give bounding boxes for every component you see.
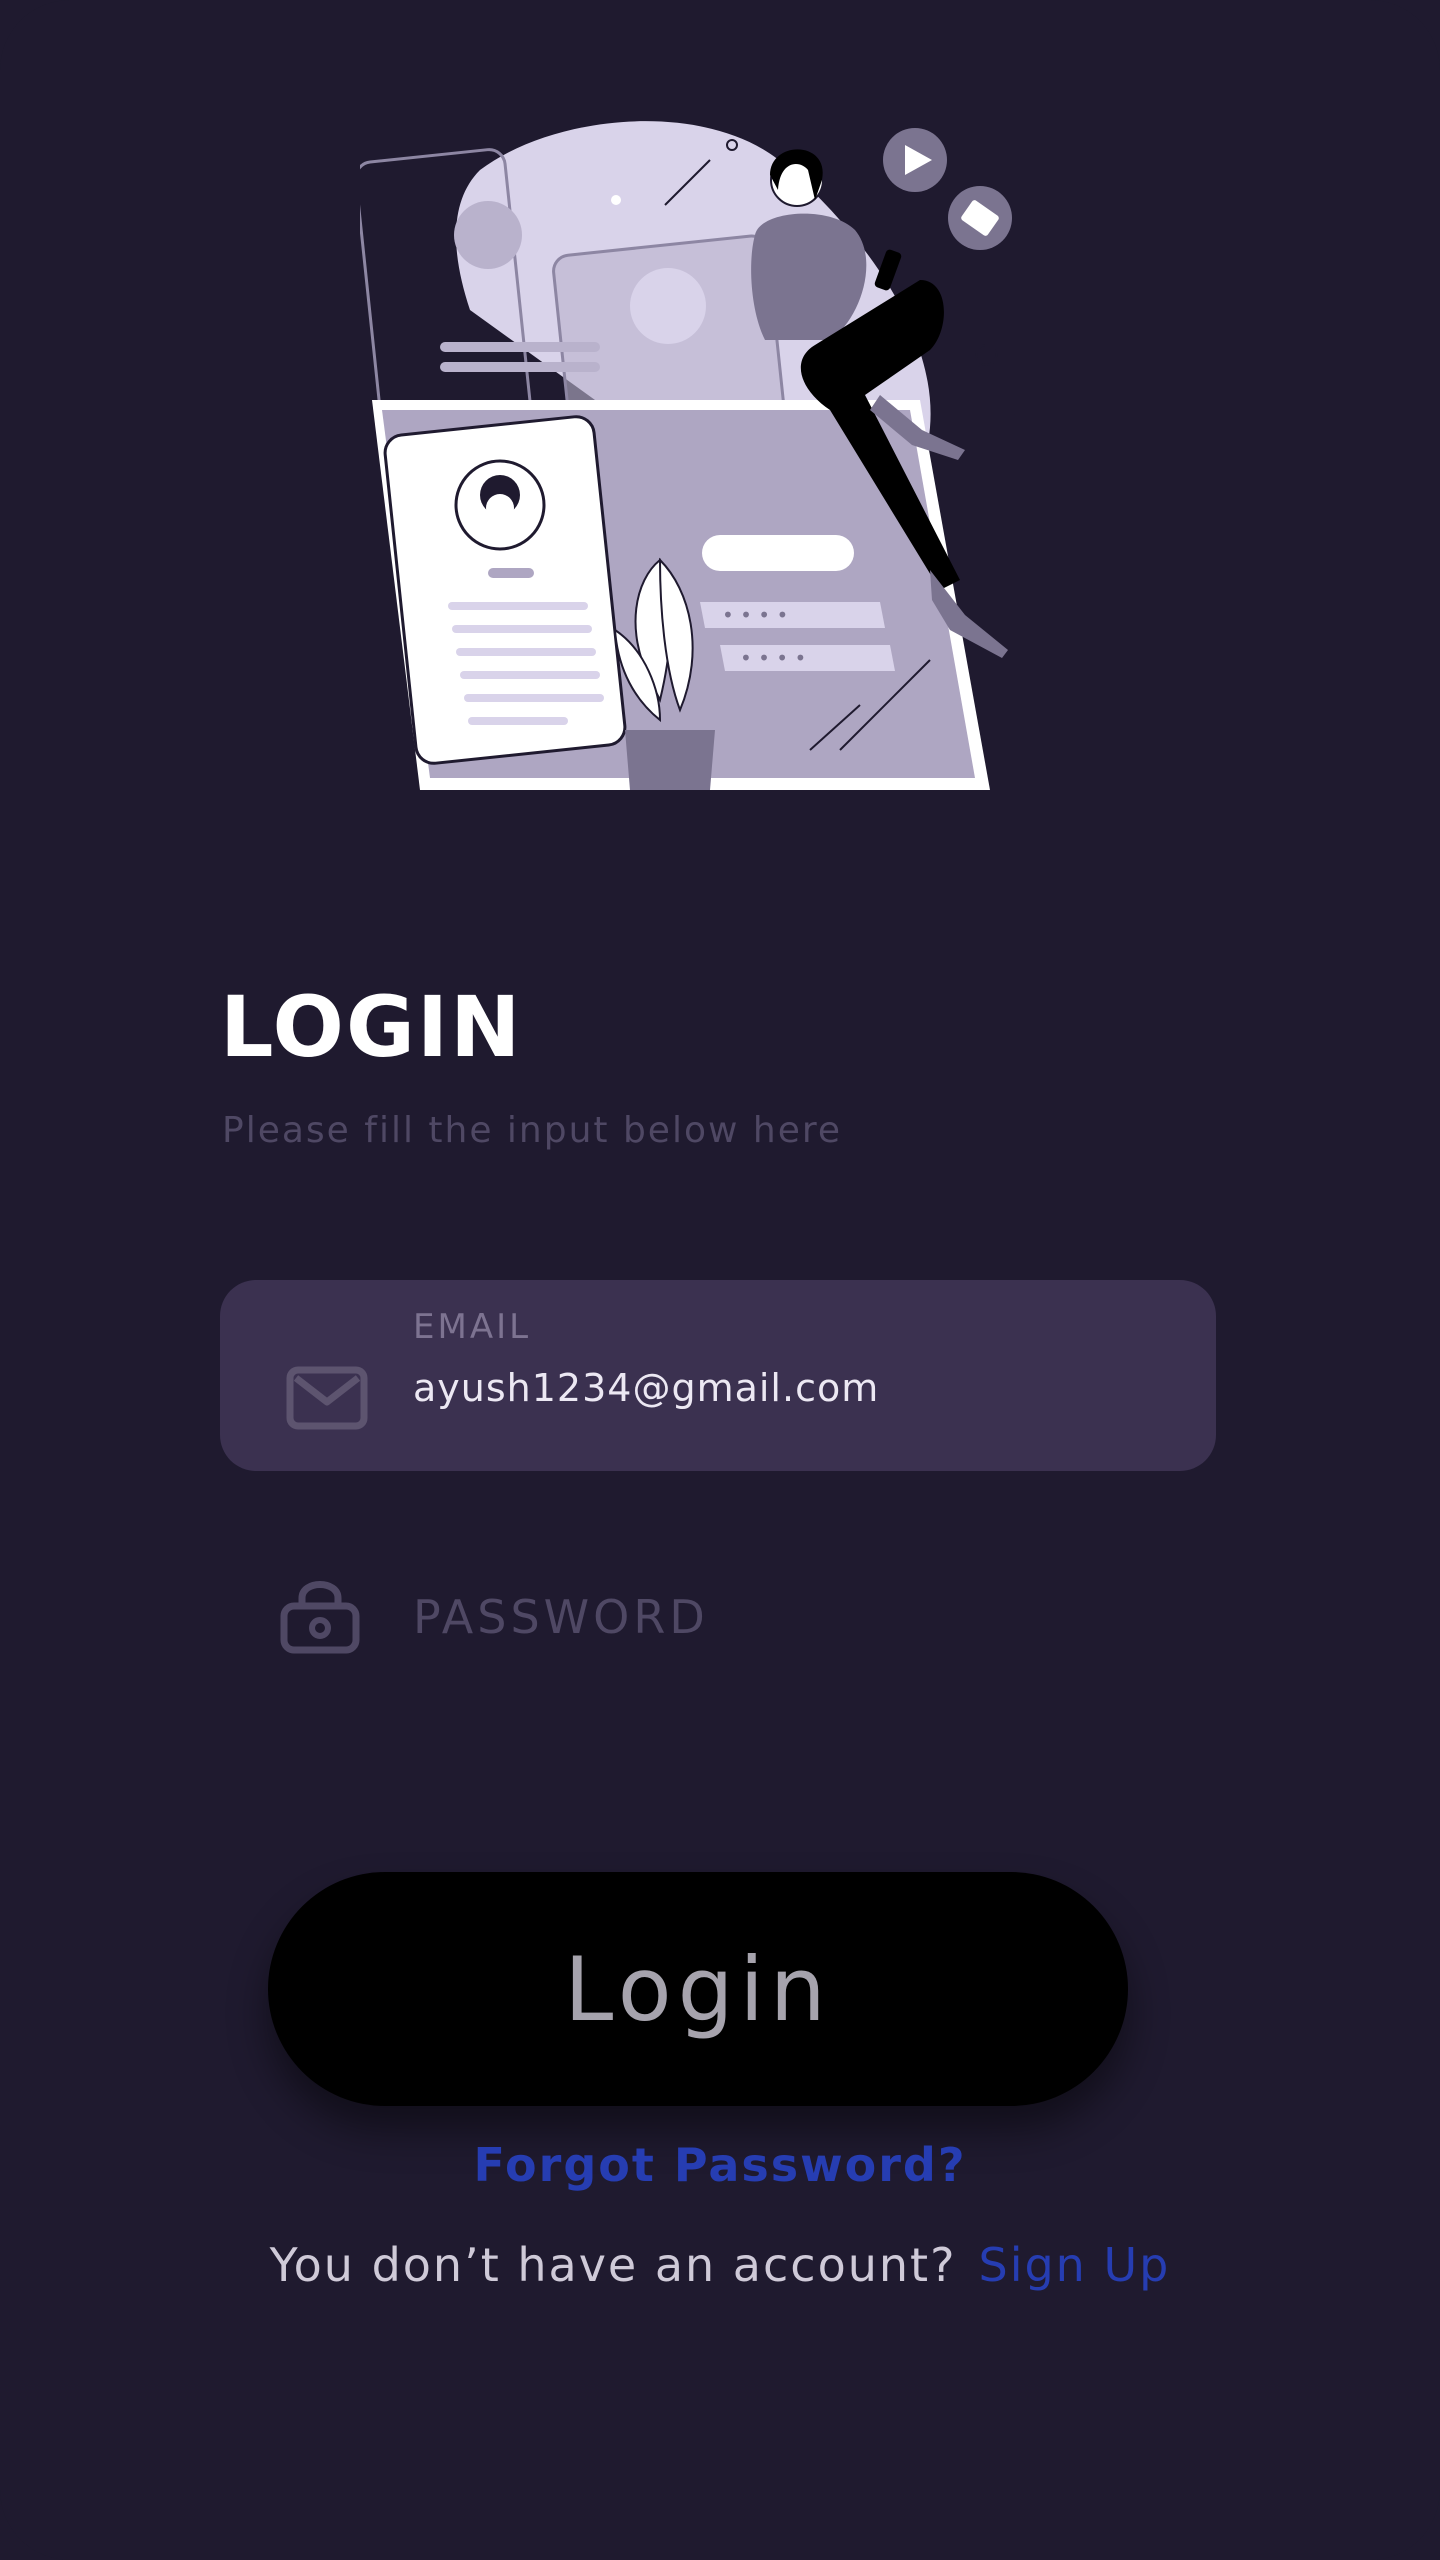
login-button[interactable]: Login: [268, 1872, 1128, 2106]
signup-prompt: You don’t have an account?: [269, 2238, 957, 2292]
email-field-label: EMAIL: [413, 1307, 532, 1347]
password-field-placeholder: PASSWORD: [413, 1590, 709, 1644]
login-illustration: • • • • • • • •: [360, 121, 1016, 790]
forgot-password-link[interactable]: Forgot Password?: [0, 2138, 1440, 2192]
signup-row: You don’t have an account? Sign Up: [0, 2238, 1440, 2292]
illustration-password-mask: • • • •: [740, 646, 806, 670]
email-field-value[interactable]: ayush1234@gmail.com: [413, 1366, 879, 1410]
illustration-button-pill: [702, 535, 854, 571]
page-title: LOGIN: [220, 978, 523, 1076]
page-subtitle: Please fill the input below here: [222, 1110, 842, 1151]
illustration-password-mask: • • • •: [722, 603, 788, 627]
signup-link[interactable]: Sign Up: [979, 2238, 1171, 2292]
mail-icon: [286, 1366, 368, 1430]
login-screen: • • • • • • • • LOGIN Please fill the in…: [0, 0, 1440, 2560]
lock-icon: [280, 1581, 360, 1654]
password-field[interactable]: PASSWORD: [220, 1560, 1216, 1680]
email-field[interactable]: EMAIL ayush1234@gmail.com: [220, 1280, 1216, 1471]
